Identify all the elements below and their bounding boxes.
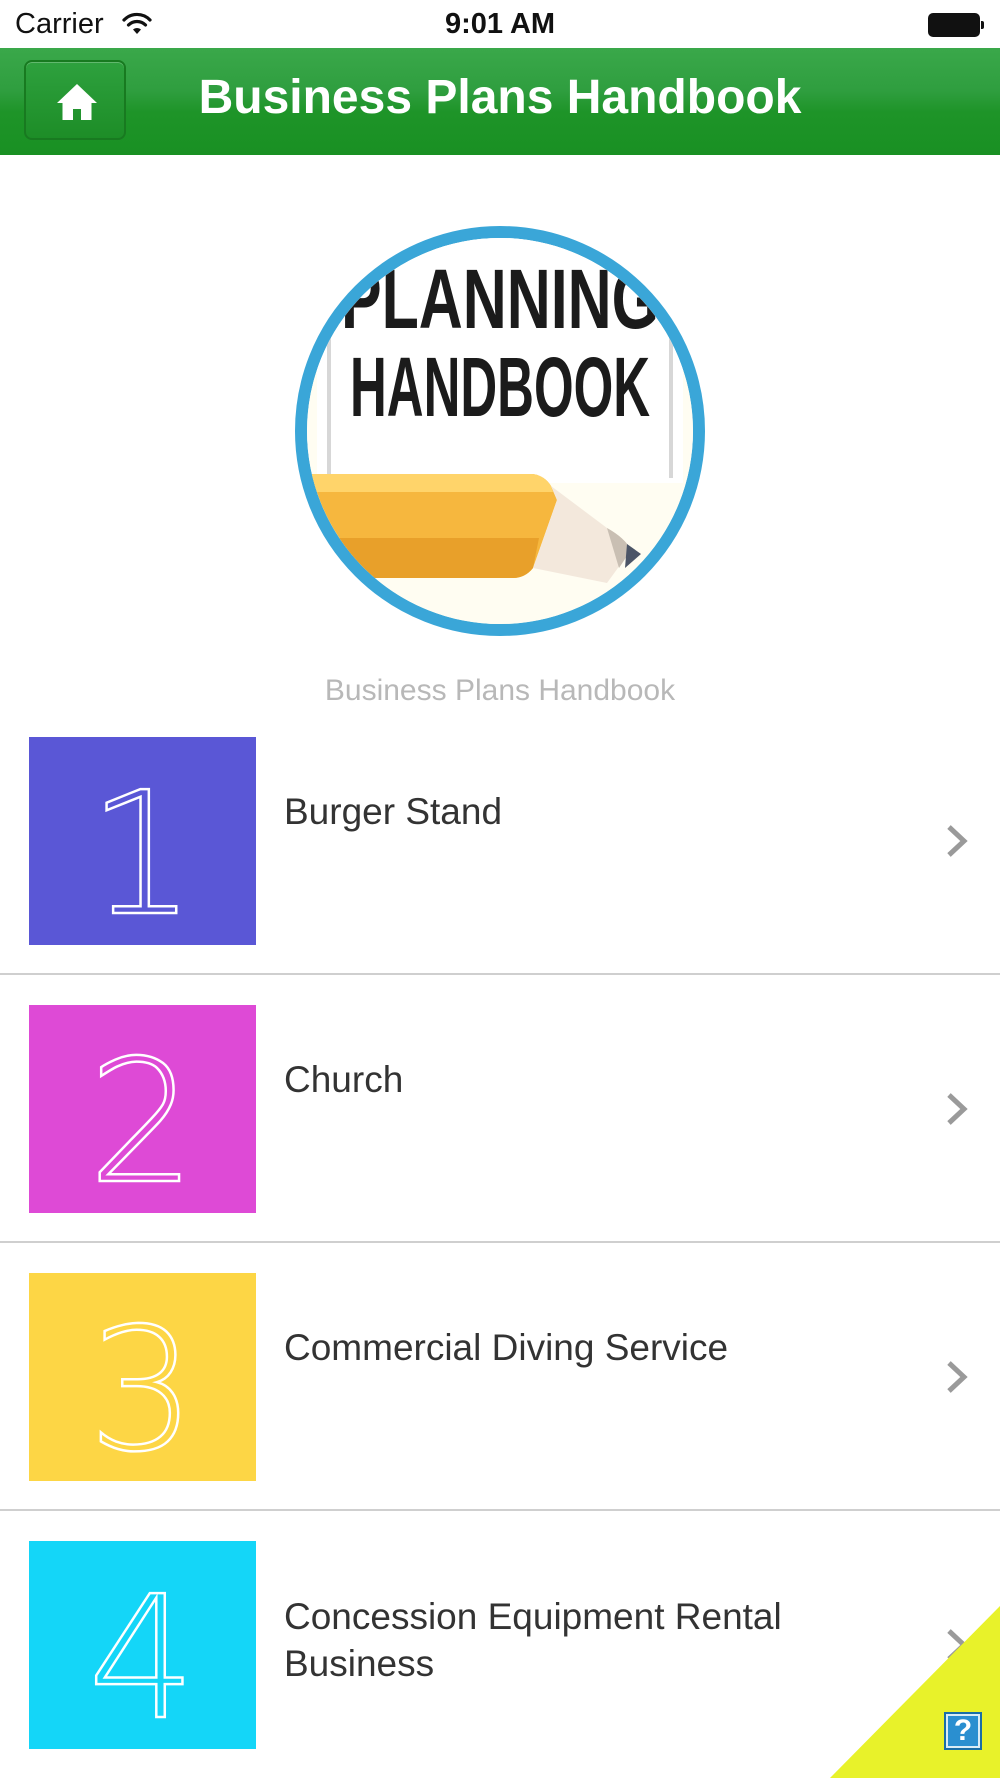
number-tile: 3 [29,1273,256,1481]
list-item[interactable]: 1 Burger Stand [0,737,1000,1005]
help-corner[interactable] [830,1606,1000,1778]
list-item-label: Commercial Diving Service [284,1327,729,1368]
handbook-logo: PLANNING HANDBOOK [295,226,705,636]
logo-caption: Business Plans Handbook [324,674,676,707]
clock: 9:01 AM [444,8,556,40]
number-tile: 4 [29,1541,256,1749]
tile-number: 3 [88,1292,196,1481]
battery-icon [928,13,984,37]
page-title: Business Plans Handbook [198,71,802,124]
nav-bar: Business Plans Handbook [0,48,1000,155]
chevron-right-icon [947,825,968,857]
chevron-right-icon [947,1093,968,1125]
number-tile: 2 [29,1005,256,1213]
planning-handbook-image: PLANNING HANDBOOK [307,238,693,624]
divider [0,1241,1000,1243]
home-icon [57,84,97,120]
home-button[interactable] [24,60,126,140]
list-item-label: Burger Stand [284,791,503,832]
list-item-label: Concession Equipment Rental Business [284,1596,782,1684]
list-item[interactable]: 3 Commercial Diving Service [0,1273,1000,1541]
number-tile: 1 [29,737,256,945]
divider [0,1509,1000,1511]
logo-text-handbook: HANDBOOK [350,340,650,434]
logo-text-planning: PLANNING [341,252,659,346]
list-item-label: Church [284,1059,404,1100]
help-corner-triangle [830,1606,1000,1778]
help-icon[interactable]: ? [944,1712,982,1750]
status-bar: Carrier 9:01 AM [0,0,1000,48]
tile-number: 1 [88,756,196,945]
list-item[interactable]: 2 Church [0,1005,1000,1273]
chevron-right-icon [947,1361,968,1393]
tile-number: 4 [88,1560,196,1749]
divider [0,973,1000,975]
tile-number: 2 [88,1024,196,1213]
